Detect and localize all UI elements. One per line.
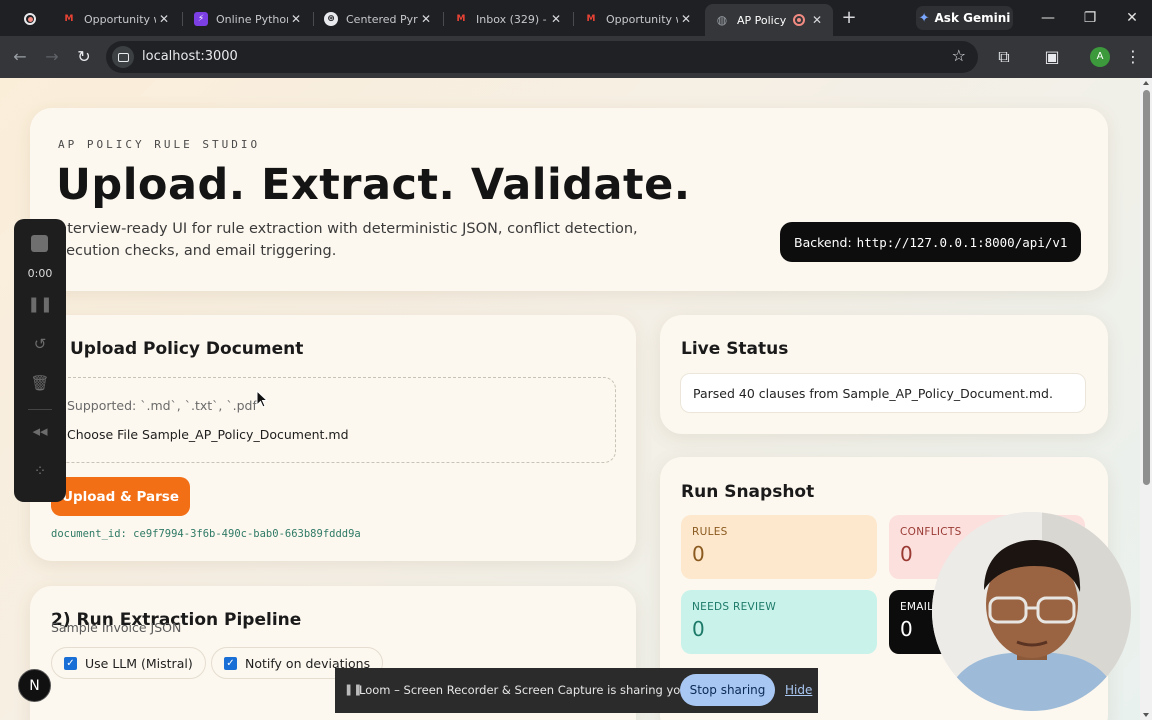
openai-icon: ⊛ [324,12,338,26]
file-input[interactable]: Choose File Sample_AP_Policy_Document.md [67,427,349,442]
delete-icon[interactable]: 🗑 [14,374,66,392]
collapse-icon[interactable]: ◂◂ [14,422,66,440]
tab-online-python[interactable]: ⚡ Online Pythor ✕ [184,6,312,32]
scroll-down-arrow[interactable] [1143,713,1149,717]
live-status-title: Live Status [681,339,789,359]
divider [28,409,52,410]
status-message: Parsed 40 clauses from Sample_AP_Policy_… [680,373,1086,413]
run-snapshot-title: Run Snapshot [681,482,815,502]
checkmark-icon: ✓ [64,656,77,670]
checkmark-icon: ✓ [224,656,237,670]
gmail-icon: M [586,14,596,24]
tab-opportunity-2[interactable]: M Opportunity w ✕ [574,6,702,32]
tab-strip: M Opportunity w ✕ ⚡ Online Pythor ✕ ⊛ Ce… [0,0,1152,36]
tab-inbox[interactable]: M Inbox (329) - ✕ [444,6,572,32]
page-scrollbar[interactable] [1140,78,1152,720]
close-icon[interactable]: ✕ [548,12,564,26]
backend-url: http://127.0.0.1:8000/api/v1 [856,234,1068,250]
forward-button[interactable]: → [41,46,63,68]
site-info-icon[interactable] [112,46,134,68]
use-llm-checkbox[interactable]: ✓ Use LLM (Mistral) [51,647,206,679]
screen-share-bar: ❚❚ Loom – Screen Recorder & Screen Captu… [335,668,818,713]
recording-dot-icon [793,14,805,26]
globe-icon: ◍ [716,13,728,27]
page-title: Upload. Extract. Validate. [56,160,691,210]
extensions-icon[interactable]: ⧉ [993,46,1015,68]
stop-sharing-button[interactable]: Stop sharing [680,674,775,706]
upload-card: Upload Policy Document Supported: `.md`,… [30,315,636,561]
upload-title: Upload Policy Document [70,339,304,359]
recording-tab-indicator[interactable] [14,6,44,32]
rules-tile: RULES 0 [681,515,877,579]
webcam-bubble[interactable] [932,512,1131,711]
close-icon[interactable]: ✕ [418,12,434,26]
close-icon[interactable]: ✕ [288,12,304,26]
choose-file-button[interactable]: Choose File [67,427,138,442]
webcam-person-image [932,512,1131,711]
tab-separator [182,12,183,26]
profile-avatar[interactable]: A [1090,47,1110,67]
app-eyebrow: AP POLICY RULE STUDIO [58,138,261,151]
scroll-up-arrow[interactable] [1143,81,1149,85]
tab-ap-policy[interactable]: ◍ AP Policy ✕ [705,4,833,36]
gmail-icon: M [64,14,74,24]
backend-badge: Backend: http://127.0.0.1:8000/api/v1 [780,222,1082,262]
browser-toolbar: ← → ↻ localhost:3000 ☆ ⧉ ▣ A ⋮ [0,36,1152,78]
address-bar[interactable]: localhost:3000 ☆ [106,41,978,73]
close-window-button[interactable]: ✕ [1118,8,1146,28]
tab-centered-pyramid[interactable]: ⊛ Centered Pyra ✕ [314,6,442,32]
minimize-button[interactable]: — [1034,8,1062,28]
recording-timer: 0:00 [27,267,53,280]
hide-link[interactable]: Hide [785,683,812,697]
recorder-control-bar: 0:00 ❚❚ ↺ 🗑 ◂◂ ⁘ [14,219,66,502]
sample-invoice-label: Sample Invoice JSON [51,620,182,635]
back-button[interactable]: ← [9,46,31,68]
hero-card: AP POLICY RULE STUDIO Upload. Extract. V… [30,108,1108,291]
pause-icon[interactable]: ❚❚ [14,295,66,313]
drag-grid-icon[interactable]: ⁘ [14,462,66,480]
selected-file-name: Sample_AP_Policy_Document.md [142,427,349,442]
supported-formats: Supported: `.md`, `.txt`, `.pdf` [67,398,264,413]
gmail-icon: M [456,14,466,24]
file-dropzone[interactable]: Supported: `.md`, `.txt`, `.pdf` Choose … [46,377,616,463]
tab-opportunity-1[interactable]: M Opportunity w ✕ [52,6,180,32]
document-id: document_id: ce9f7994-3f6b-490c-bab0-663… [51,528,361,540]
n-badge-button[interactable]: N [18,669,51,702]
bolt-icon: ⚡ [194,12,208,26]
menu-kebab-icon[interactable]: ⋮ [1122,46,1144,68]
mouse-cursor-icon [256,390,268,408]
stop-recording-button[interactable] [31,235,48,252]
scrollbar-thumb[interactable] [1143,90,1150,485]
tab-search-icon[interactable]: ▣ [1041,46,1063,68]
restart-icon[interactable]: ↺ [14,335,66,353]
upload-parse-button[interactable]: Upload & Parse [51,477,190,516]
gemini-sparkle-icon: ✦ [918,10,930,26]
bookmark-star-icon[interactable]: ☆ [952,46,966,65]
restore-button[interactable]: ❐ [1076,8,1104,28]
close-icon[interactable]: ✕ [809,13,825,27]
ask-gemini-button[interactable]: ✦ Ask Gemini [916,6,1013,30]
url-text: localhost:3000 [142,49,238,64]
needs-review-tile: NEEDS REVIEW 0 [681,590,877,654]
reload-button[interactable]: ↻ [73,46,95,68]
live-status-card: Live Status Parsed 40 clauses from Sampl… [660,315,1108,434]
new-tab-button[interactable]: + [838,8,860,30]
page-subtitle: nterview-ready UI for rule extraction wi… [58,221,638,259]
close-icon[interactable]: ✕ [678,12,694,26]
record-icon [24,13,36,25]
close-icon[interactable]: ✕ [156,12,172,26]
